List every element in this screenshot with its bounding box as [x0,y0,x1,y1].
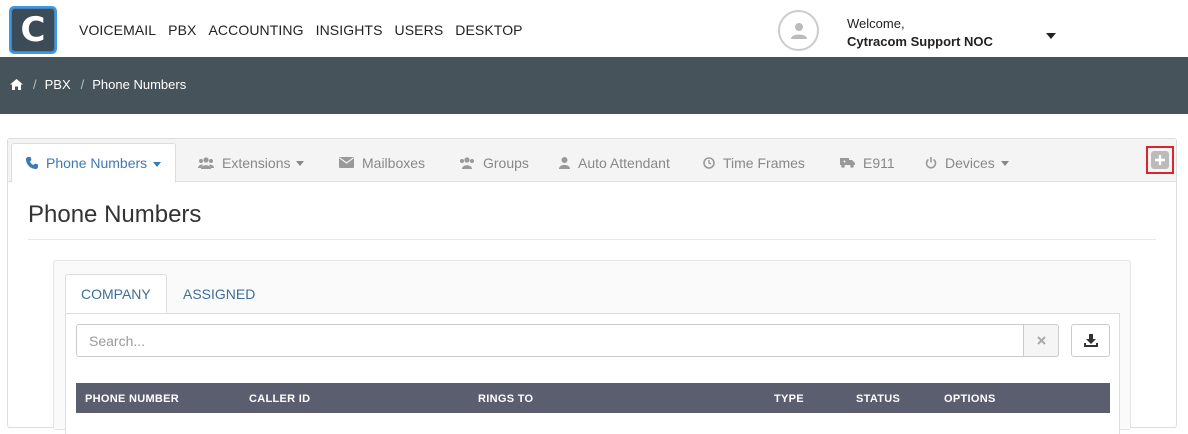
main-panel: Phone Numbers Extensions Mailboxes Group… [7,138,1177,434]
tab-label: E911 [863,154,895,171]
subtab-assigned[interactable]: ASSIGNED [183,274,255,313]
welcome-text: Welcome, [847,16,905,31]
page-title: Phone Numbers [28,201,202,228]
envelope-icon [339,157,354,168]
power-icon [925,156,937,169]
tab-time-frames[interactable]: Time Frames [703,143,805,182]
ambulance-icon [840,157,855,168]
chevron-down-icon [296,161,305,166]
tab-label: Groups [483,154,529,171]
add-button[interactable] [1146,146,1174,174]
group-icon [459,156,475,169]
user-icon [559,156,570,169]
tab-label: Mailboxes [362,154,426,171]
tab-label: Time Frames [723,154,805,171]
column-phone-number[interactable]: PHONE NUMBER [85,393,179,405]
close-icon [1036,336,1046,345]
plus-square-icon [1151,151,1169,169]
tab-label: Phone Numbers [46,155,148,171]
nav-desktop[interactable]: DESKTOP [455,22,522,38]
clock-icon [703,156,715,169]
nav-accounting[interactable]: ACCOUNTING [208,22,303,38]
user-menu-caret-icon[interactable] [1046,33,1056,39]
nav-insights[interactable]: INSIGHTS [316,22,383,38]
phone-icon [26,157,38,169]
nav-users[interactable]: USERS [395,22,444,38]
tab-e911[interactable]: E911 [840,143,895,182]
nav-voicemail[interactable]: VOICEMAIL [79,22,156,38]
phone-numbers-card: COMPANY ASSIGNED PHONE NUMBER CALLER ID … [53,260,1131,434]
tab-label: Devices [945,154,995,171]
nav-pbx[interactable]: PBX [168,22,196,38]
column-type[interactable]: TYPE [774,393,804,405]
user-welcome[interactable]: Welcome, Cytracom Support NOC [847,15,993,51]
download-button[interactable] [1071,324,1110,357]
breadcrumb-bar: / PBX / Phone Numbers [0,57,1188,114]
tab-mailboxes[interactable]: Mailboxes [339,143,425,182]
tab-groups[interactable]: Groups [459,143,529,182]
logo-letter: C [12,9,54,51]
download-icon [1083,334,1098,347]
tab-label: Extensions [222,154,291,171]
user-avatar-icon [790,22,807,39]
tab-extensions[interactable]: Extensions [198,143,305,182]
main-nav: VOICEMAIL PBX ACCOUNTING INSIGHTS USERS … [79,22,535,38]
tab-phone-numbers[interactable]: Phone Numbers [11,143,177,183]
tab-auto-attendant[interactable]: Auto Attendant [559,143,670,182]
title-divider [28,239,1156,240]
column-status[interactable]: STATUS [856,393,900,405]
user-name: Cytracom Support NOC [847,34,993,49]
breadcrumb-separator: / [80,77,85,92]
column-rings-to[interactable]: RINGS TO [478,393,533,405]
subtab-company[interactable]: COMPANY [65,274,167,313]
pbx-tabs: Phone Numbers Extensions Mailboxes Group… [8,139,1176,183]
breadcrumb-pbx[interactable]: PBX [45,77,71,92]
tab-label: Auto Attendant [578,154,670,171]
chevron-down-icon [153,161,162,167]
search-input[interactable] [76,324,1024,357]
clear-search-button[interactable] [1023,324,1059,357]
tab-devices[interactable]: Devices [925,143,1009,182]
table-header: PHONE NUMBER CALLER ID RINGS TO TYPE STA… [76,383,1110,413]
breadcrumb: / PBX / Phone Numbers [10,77,186,92]
users-icon [198,156,214,169]
home-icon[interactable] [10,79,23,90]
top-navbar: C VOICEMAIL PBX ACCOUNTING INSIGHTS USER… [0,0,1188,57]
app-logo[interactable]: C [9,6,57,54]
breadcrumb-separator: / [33,77,37,92]
column-caller-id[interactable]: CALLER ID [249,393,310,405]
breadcrumb-phone-numbers: Phone Numbers [92,77,187,92]
avatar[interactable] [778,10,819,51]
chevron-down-icon [1000,161,1009,166]
column-options: OPTIONS [944,393,996,405]
